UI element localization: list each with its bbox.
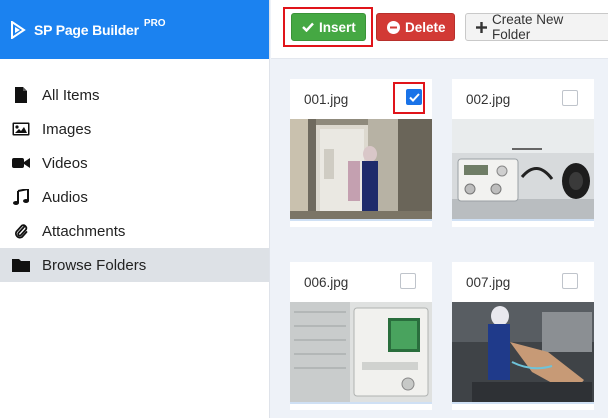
create-folder-label: Create New Folder (492, 12, 564, 42)
media-card-header: 002.jpg (452, 79, 594, 119)
file-icon (12, 86, 30, 104)
brand-header: SP Page Builder PRO (0, 0, 269, 59)
brand-name: SP Page Builder (34, 21, 139, 38)
thumbnail-image (452, 119, 594, 219)
card-footer (452, 219, 594, 227)
music-note-icon (12, 188, 30, 206)
sidebar-item-label: Browse Folders (42, 256, 147, 274)
sidebar-item-images[interactable]: Images (0, 112, 269, 146)
sidebar-item-audios[interactable]: Audios (0, 180, 269, 214)
file-name: 002.jpg (466, 91, 511, 107)
main-panel: Insert Delete Create New Folder 001.jpg (271, 0, 608, 418)
video-camera-icon (12, 154, 30, 172)
paperclip-icon (12, 222, 30, 240)
file-name: 006.jpg (304, 274, 349, 290)
insert-button[interactable]: Insert (291, 13, 366, 41)
media-card-header: 001.jpg (290, 79, 432, 119)
file-name: 007.jpg (466, 274, 511, 290)
media-card-006[interactable]: 006.jpg (290, 262, 432, 410)
thumbnail-image (290, 119, 432, 219)
select-checkbox[interactable] (400, 273, 416, 289)
minus-circle-icon (387, 20, 400, 34)
select-checkbox[interactable] (562, 273, 578, 289)
sidebar-item-label: All Items (42, 86, 100, 104)
sidebar-item-browse-folders[interactable]: Browse Folders (0, 248, 269, 282)
sidebar: SP Page Builder PRO All Items Images Vid… (0, 0, 270, 418)
media-card-header: 007.jpg (452, 262, 594, 302)
thumbnail-image (290, 302, 432, 402)
media-card-header: 006.jpg (290, 262, 432, 302)
folder-icon (12, 256, 30, 274)
sidebar-item-label: Audios (42, 188, 88, 206)
media-card-001[interactable]: 001.jpg (290, 79, 432, 227)
delete-label: Delete (405, 19, 446, 35)
sp-logo-icon (11, 20, 26, 39)
insert-label: Insert (319, 19, 356, 35)
media-card-007[interactable]: 007.jpg (452, 262, 594, 410)
select-checkbox[interactable] (562, 90, 578, 106)
card-footer (452, 402, 594, 410)
checkmark-icon (408, 92, 420, 102)
sidebar-item-all-items[interactable]: All Items (0, 78, 269, 112)
card-footer (290, 402, 432, 410)
select-checkbox[interactable] (406, 89, 422, 105)
sidebar-item-videos[interactable]: Videos (0, 146, 269, 180)
brand-badge: PRO (143, 18, 166, 29)
sidebar-item-label: Images (42, 120, 92, 138)
file-name: 001.jpg (304, 91, 349, 107)
sidebar-item-label: Videos (42, 154, 88, 172)
sidebar-item-attachments[interactable]: Attachments (0, 214, 269, 248)
thumbnail-image (452, 302, 594, 402)
check-icon (302, 22, 314, 32)
plus-icon (476, 21, 487, 33)
delete-button[interactable]: Delete (376, 13, 455, 41)
card-footer (290, 219, 432, 227)
image-icon (12, 120, 30, 138)
sidebar-item-label: Attachments (42, 222, 126, 240)
media-card-002[interactable]: 002.jpg (452, 79, 594, 227)
sidebar-nav: All Items Images Videos Audios Attachmen… (0, 78, 269, 282)
create-folder-button[interactable]: Create New Folder (465, 12, 608, 42)
toolbar: Insert Delete Create New Folder (271, 0, 608, 59)
